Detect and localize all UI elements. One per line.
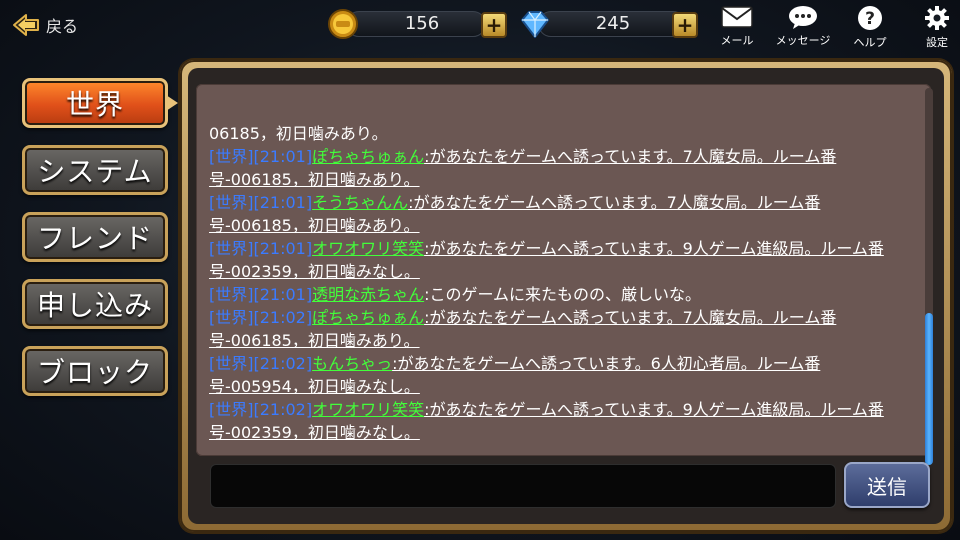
add-gems-button[interactable]: + — [672, 12, 698, 38]
gem-icon — [521, 11, 549, 38]
back-arrow-icon — [13, 14, 39, 36]
tab-block[interactable]: ブロック — [22, 346, 168, 396]
tab-block-label: ブロック — [36, 356, 153, 389]
tab-friends-label: フレンド — [36, 222, 153, 255]
send-button[interactable]: 送信 — [844, 462, 930, 508]
settings-button[interactable]: 設定 — [916, 4, 958, 50]
coin-counter: 156 + — [322, 8, 512, 39]
chat-bubble-icon — [789, 6, 817, 29]
sender-name[interactable]: ぽちゃちゅぁん — [312, 147, 424, 166]
help-icon: ? — [858, 6, 882, 30]
sender-name[interactable]: そうちゃんん — [312, 193, 408, 212]
active-tab-pointer-icon — [166, 95, 178, 111]
top-bar: 戻る 156 + 245 + メール メッセージ ? ヘルプ 設定 — [0, 0, 960, 52]
channel-tag: [世界][21:01] — [209, 147, 313, 166]
partial-message-text: 06185，初日噛みあり。 — [209, 124, 388, 143]
back-label: 戻る — [46, 17, 79, 36]
tab-requests-label: 申し込み — [36, 289, 153, 322]
chat-message[interactable]: [世界][21:02]オワオワリ笑笑:があなたをゲームへ誘っています。9人ゲーム… — [209, 398, 899, 444]
channel-tag: [世界][21:01] — [209, 239, 313, 258]
mail-button[interactable]: メール — [714, 4, 760, 48]
scrollbar-thumb[interactable] — [925, 313, 933, 465]
messages-button[interactable]: メッセージ — [768, 4, 838, 48]
chat-message[interactable]: [世界][21:01]そうちゃんん:があなたをゲームへ誘っています。7人魔女局。… — [209, 191, 899, 237]
coin-value: 156 — [404, 13, 440, 34]
channel-tag: [世界][21:02] — [209, 354, 313, 373]
coin-icon — [328, 9, 358, 39]
mail-label: メール — [720, 34, 754, 47]
gear-icon — [925, 6, 949, 30]
sender-name[interactable]: オワオワリ笑笑 — [312, 400, 424, 419]
sender-name[interactable]: ぽちゃちゅぁん — [312, 308, 424, 327]
add-coins-button[interactable]: + — [481, 12, 507, 38]
mail-icon — [721, 6, 753, 28]
tab-world-label: 世界 — [65, 88, 124, 121]
send-label: 送信 — [867, 474, 907, 499]
chat-input[interactable] — [211, 465, 835, 507]
message-text: :このゲームに来たものの、厳しいな。 — [424, 285, 702, 304]
message-container: 06185，初日噛みあり。 [世界][21:01]ぽちゃちゅぁん:があなたをゲー… — [209, 122, 899, 444]
plus-icon: + — [485, 13, 503, 37]
chat-message[interactable]: [世界][21:01]ぽちゃちゅぁん:があなたをゲームへ誘っています。7人魔女局… — [209, 145, 899, 191]
tab-friends[interactable]: フレンド — [22, 212, 168, 262]
sender-name[interactable]: もんちゃっ — [312, 354, 392, 373]
back-button[interactable]: 戻る — [8, 8, 78, 42]
messages-label: メッセージ — [775, 34, 831, 47]
chat-message[interactable]: [世界][21:02]ぽちゃちゅぁん:があなたをゲームへ誘っています。7人魔女局… — [209, 306, 899, 352]
tab-requests[interactable]: 申し込み — [22, 279, 168, 329]
gem-value: 245 — [595, 13, 631, 34]
chat-message: [世界][21:01]透明な赤ちゃん:このゲームに来たものの、厳しいな。 — [209, 283, 899, 306]
sender-name[interactable]: 透明な赤ちゃん — [312, 285, 424, 304]
channel-tag: [世界][21:02] — [209, 308, 313, 327]
channel-tag: [世界][21:02] — [209, 400, 313, 419]
help-label: ヘルプ — [853, 36, 887, 49]
channel-tag: [世界][21:01] — [209, 285, 313, 304]
partial-message: 06185，初日噛みあり。 — [209, 122, 899, 145]
chat-input-box[interactable] — [210, 464, 836, 508]
svg-text:?: ? — [865, 9, 875, 29]
sender-name[interactable]: オワオワリ笑笑 — [312, 239, 424, 258]
channel-tag: [世界][21:01] — [209, 193, 313, 212]
tab-system-label: システム — [37, 155, 153, 188]
chat-message[interactable]: [世界][21:02]もんちゃっ:があなたをゲームへ誘っています。6人初心者局。… — [209, 352, 899, 398]
help-button[interactable]: ? ヘルプ — [846, 4, 894, 50]
tab-system[interactable]: システム — [22, 145, 168, 195]
plus-icon: + — [676, 13, 694, 37]
gem-counter: 245 + — [518, 8, 708, 38]
settings-label: 設定 — [926, 36, 948, 49]
tab-world[interactable]: 世界 — [22, 78, 168, 128]
message-list[interactable]: 06185，初日噛みあり。 [世界][21:01]ぽちゃちゅぁん:があなたをゲー… — [196, 84, 931, 456]
chat-message[interactable]: [世界][21:01]オワオワリ笑笑:があなたをゲームへ誘っています。9人ゲーム… — [209, 237, 899, 283]
